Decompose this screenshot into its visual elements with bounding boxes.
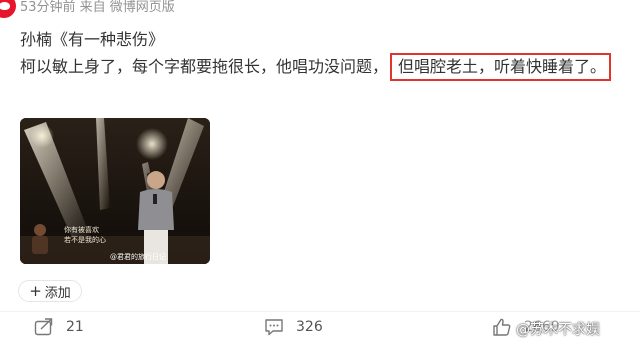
- add-tag-button[interactable]: + 添加: [18, 280, 82, 302]
- post-meta-row: 53分钟前 来自 微博网页版: [0, 0, 640, 20]
- repost-button[interactable]: 21: [34, 316, 84, 338]
- overlay-watermark: @苏木不求娱: [516, 322, 600, 338]
- post-title: 孙楠《有一种悲伤》: [20, 30, 165, 49]
- stage-scene-image: 你有被喜欢 若不是我的心 @君君的旅行日记: [20, 118, 210, 264]
- post-meta-text: 53分钟前 来自 微博网页版: [20, 0, 175, 15]
- divider: [0, 311, 640, 312]
- post-body-text: 柯以敏上身了，每个字都要拖很长，他唱功没问题，: [20, 57, 389, 76]
- video-thumbnail[interactable]: 你有被喜欢 若不是我的心 @君君的旅行日记: [20, 118, 210, 264]
- comment-count: 326: [296, 319, 323, 335]
- thumbs-up-icon: [493, 318, 511, 336]
- comment-icon: [265, 319, 283, 336]
- post-body: 柯以敏上身了，每个字都要拖很长，他唱功没问题， 但唱腔老土，听着快睡着了。: [20, 53, 612, 81]
- lyric-caption-line2: 若不是我的心: [64, 235, 106, 244]
- weibo-logo-icon[interactable]: [0, 0, 16, 18]
- comment-button[interactable]: 326: [264, 316, 323, 338]
- thumbnail-watermark: @君君的旅行日记: [110, 252, 166, 261]
- repost-icon: [34, 318, 53, 336]
- repost-count: 21: [66, 319, 84, 335]
- post-body-highlight: 但唱腔老土，听着快睡着了。: [390, 53, 612, 81]
- add-tag-label: 添加: [44, 285, 71, 301]
- lyric-caption-line1: 你有被喜欢: [64, 225, 99, 234]
- plus-icon: +: [29, 282, 42, 300]
